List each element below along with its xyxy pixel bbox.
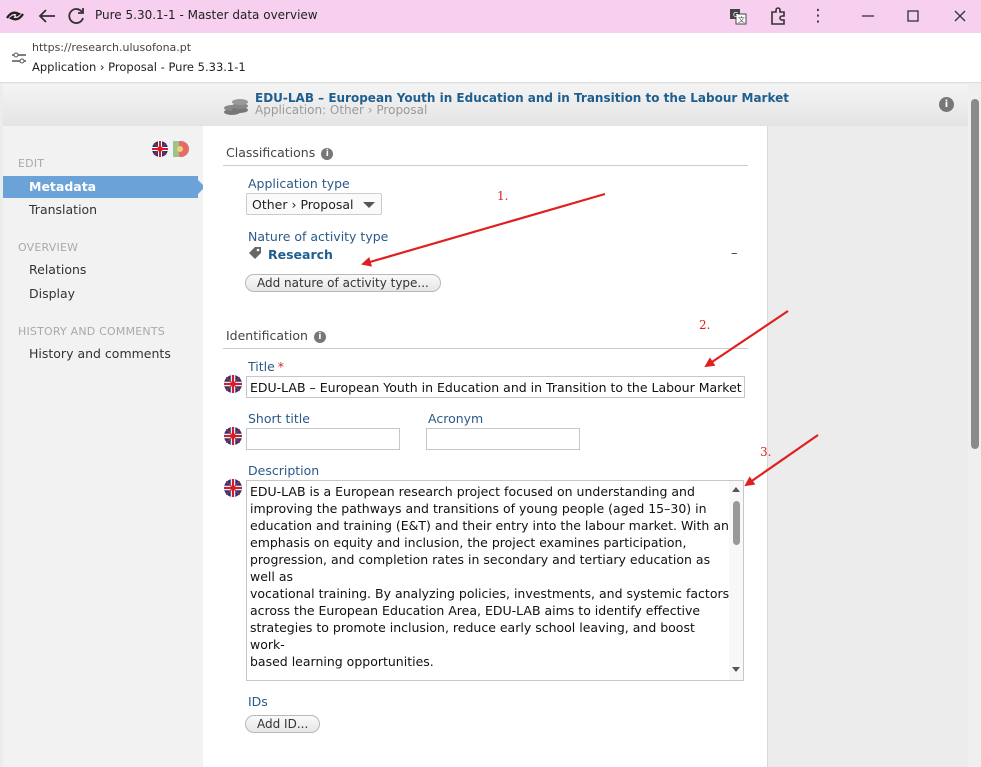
annotation-arrow-3: [744, 434, 819, 487]
annotation-arrow-2: [704, 310, 789, 368]
page-scroll-thumb[interactable]: [971, 99, 979, 449]
annotation-arrow-1: [361, 192, 606, 267]
page-scrollbar[interactable]: [968, 84, 981, 767]
annotation-arrows: [361, 192, 819, 487]
